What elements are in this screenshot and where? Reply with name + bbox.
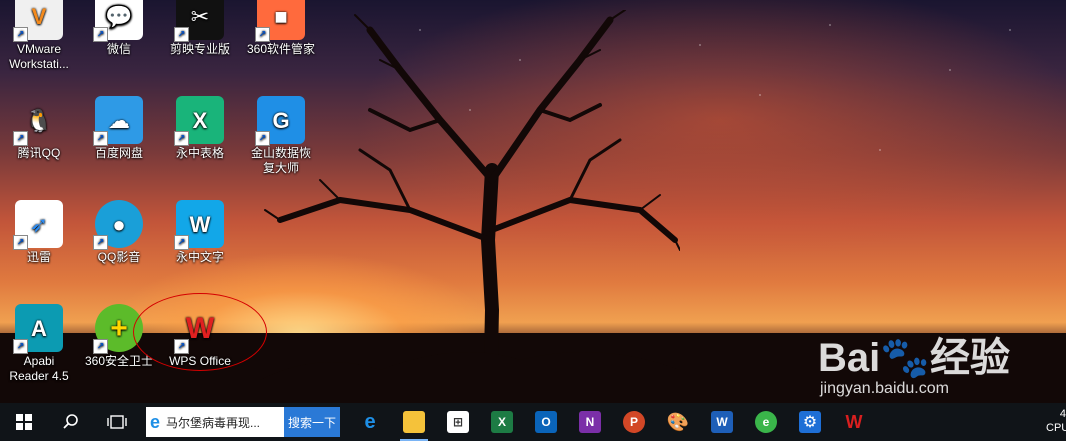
edge-icon: e	[364, 410, 376, 433]
desktop-icon-wechat[interactable]: 💬 ↗ 微信	[84, 0, 154, 57]
taskbar-app-word[interactable]: W	[700, 403, 744, 441]
shortcut-arrow-icon: ↗	[255, 27, 270, 42]
shortcut-arrow-icon: ↗	[174, 27, 189, 42]
icon-label: 迅雷	[26, 250, 51, 264]
task-view-button[interactable]	[94, 403, 140, 441]
yozo-writer-icon: W ↗	[174, 200, 224, 250]
desktop-icon-capcut[interactable]: ✂ ↗ 剪映专业版	[165, 0, 235, 57]
store-icon: ⊞	[447, 411, 469, 433]
shortcut-arrow-icon: ↗	[13, 131, 28, 146]
apabi-reader-icon: A ↗	[13, 304, 63, 354]
qq-player-icon: ● ↗	[93, 200, 143, 250]
taskbar-app-360-browser[interactable]: e	[744, 403, 788, 441]
icon-label: 百度网盘	[94, 146, 143, 160]
taskbar-app-store[interactable]: ⊞	[436, 403, 480, 441]
icon-label: 金山数据恢复大师	[250, 146, 311, 175]
shortcut-arrow-icon: ↗	[93, 235, 108, 250]
taskbar-app-outlook[interactable]: O	[524, 403, 568, 441]
powerpoint-icon: P	[623, 411, 645, 433]
search-input-value: 马尔堡病毒再现...	[166, 415, 261, 430]
shortcut-arrow-icon: ↗	[93, 27, 108, 42]
qq-penguin-icon: 🐧 ↗	[13, 96, 63, 146]
icon-label: Apabi Reader 4.5	[9, 354, 69, 383]
shortcut-arrow-icon: ↗	[174, 235, 189, 250]
icon-label: 360安全卫士	[84, 354, 154, 368]
search-icon	[63, 414, 78, 429]
taskbar: e 马尔堡病毒再现... 搜索一下 e ⊞ X O N P 🎨 W e ⚙ W	[0, 403, 1066, 441]
shortcut-arrow-icon: ↗	[255, 131, 270, 146]
onenote-icon: N	[579, 411, 601, 433]
tray-cpu-label: CPU	[1046, 422, 1066, 434]
desktop-icon-yozo-sheets[interactable]: X ↗ 永中表格	[165, 96, 235, 161]
360-browser-icon: e	[755, 411, 777, 433]
desktop-icon-vmware[interactable]: V ↗ VMware Workstati...	[4, 0, 74, 72]
shortcut-arrow-icon: ↗	[13, 27, 28, 42]
start-button[interactable]	[0, 403, 48, 441]
system-tray[interactable]: 4 CPU	[1046, 403, 1066, 435]
vmware-icon: V ↗	[13, 0, 63, 42]
baidu-netdisk-icon: ☁ ↗	[93, 96, 143, 146]
taskbar-app-file-explorer[interactable]	[392, 403, 436, 441]
search-button[interactable]	[48, 403, 94, 441]
shortcut-arrow-icon: ↗	[13, 339, 28, 354]
taskbar-app-powerpoint[interactable]: P	[612, 403, 656, 441]
icon-label: 微信	[106, 42, 131, 56]
shortcut-arrow-icon: ↗	[174, 131, 189, 146]
tree-silhouette	[260, 10, 680, 403]
taskbar-app-excel[interactable]: X	[480, 403, 524, 441]
web-search-input[interactable]: e 马尔堡病毒再现...	[146, 407, 284, 437]
capcut-icon: ✂ ↗	[174, 0, 224, 42]
icon-label: 永中表格	[175, 146, 224, 160]
desktop-icon-kingsoft-data-recovery[interactable]: G ↗ 金山数据恢复大师	[246, 96, 316, 176]
ie-icon: e	[150, 411, 161, 432]
taskbar-app-onenote[interactable]: N	[568, 403, 612, 441]
windows-logo-icon	[16, 414, 32, 430]
desktop-icon-baidu-netdisk[interactable]: ☁ ↗ 百度网盘	[84, 96, 154, 161]
web-search-button[interactable]: 搜索一下	[284, 407, 340, 437]
desktop-icon-qq[interactable]: 🐧 ↗ 腾讯QQ	[4, 96, 74, 161]
yozo-sheets-icon: X ↗	[174, 96, 224, 146]
tray-top-text: 4	[1059, 408, 1066, 420]
taskbar-app-edge[interactable]: e	[348, 403, 392, 441]
shortcut-arrow-icon: ↗	[13, 235, 28, 250]
icon-label: VMware Workstati...	[9, 42, 69, 71]
task-view-icon	[107, 415, 127, 429]
wechat-icon: 💬 ↗	[93, 0, 143, 42]
highlight-circle	[133, 293, 267, 371]
folder-icon	[403, 411, 425, 433]
shortcut-arrow-icon: ↗	[93, 339, 108, 354]
icon-label: 剪映专业版	[169, 42, 230, 56]
desktop-icon-xunlei[interactable]: ➶ ↗ 迅雷	[4, 200, 74, 265]
taskbar-app-settings[interactable]: ⚙	[788, 403, 832, 441]
taskbar-app-wps[interactable]: W	[832, 403, 876, 441]
shortcut-arrow-icon: ↗	[93, 131, 108, 146]
desktop-icon-360-software-manager[interactable]: ■ ↗ 360软件管家	[246, 0, 316, 57]
settings-gear-icon: ⚙	[799, 411, 821, 433]
icon-label: QQ影音	[97, 250, 141, 264]
kingsoft-data-recovery-icon: G ↗	[255, 96, 305, 146]
desktop-icon-apabi-reader[interactable]: A ↗ Apabi Reader 4.5	[4, 304, 74, 384]
360-software-manager-icon: ■ ↗	[255, 0, 305, 42]
outlook-icon: O	[535, 411, 557, 433]
baidu-jingyan-watermark: Bai🐾经验	[818, 336, 1011, 380]
watermark-url: jingyan.baidu.com	[820, 380, 949, 397]
xunlei-icon: ➶ ↗	[13, 200, 63, 250]
desktop[interactable]: V ↗ VMware Workstati... 💬 ↗ 微信 ✂ ↗ 剪映专业版 ■ ↗…	[0, 0, 1066, 403]
web-search-widget: e 马尔堡病毒再现... 搜索一下	[146, 407, 340, 437]
icon-label: 腾讯QQ	[17, 146, 61, 160]
wps-icon: W	[845, 411, 863, 432]
desktop-icon-qq-player[interactable]: ● ↗ QQ影音	[84, 200, 154, 265]
taskbar-app-paint[interactable]: 🎨	[656, 403, 700, 441]
icon-label: 永中文字	[175, 250, 224, 264]
word-icon: W	[711, 411, 733, 433]
paint-palette-icon: 🎨	[666, 411, 690, 432]
icon-label: 360软件管家	[246, 42, 316, 56]
desktop-icon-yozo-writer[interactable]: W ↗ 永中文字	[165, 200, 235, 265]
excel-icon: X	[491, 411, 513, 433]
